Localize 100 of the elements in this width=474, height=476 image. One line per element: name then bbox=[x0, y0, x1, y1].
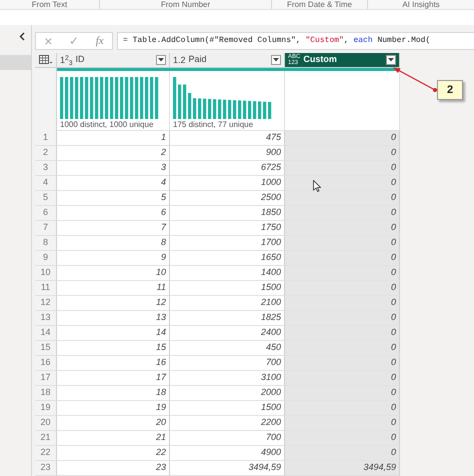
table-cell: 0 bbox=[285, 356, 400, 371]
collapse-chevron-icon[interactable] bbox=[19, 32, 25, 41]
column-name: ID bbox=[76, 53, 86, 66]
table-cell: 0 bbox=[285, 251, 400, 266]
row-number: 2 bbox=[35, 146, 57, 161]
table-cell: 4 bbox=[57, 176, 170, 191]
table-cell: 10 bbox=[57, 266, 170, 281]
table-cell: 0 bbox=[285, 311, 400, 326]
table-cell: 5 bbox=[57, 191, 170, 206]
table-cell: 1850 bbox=[170, 206, 285, 221]
table-cell: 0 bbox=[285, 386, 400, 401]
table-cell: 1825 bbox=[170, 311, 285, 326]
caret-icon bbox=[158, 58, 164, 62]
table-cell: 17 bbox=[57, 371, 170, 386]
row-number: 13 bbox=[35, 311, 57, 326]
table-cell: 4900 bbox=[170, 446, 285, 461]
table-cell: 19 bbox=[57, 401, 170, 416]
table-cell: 0 bbox=[285, 131, 400, 146]
table-cell: 23 bbox=[57, 461, 170, 476]
table-cell: 1 bbox=[57, 131, 170, 146]
row-number: 10 bbox=[35, 266, 57, 281]
table-cell: 0 bbox=[285, 176, 400, 191]
data-type-label: 1.2 bbox=[173, 55, 186, 65]
table-cell: 2200 bbox=[170, 416, 285, 431]
caret-icon bbox=[273, 58, 279, 62]
table-cell: 7 bbox=[57, 221, 170, 236]
table-cell: 22 bbox=[57, 446, 170, 461]
table-cell: 2500 bbox=[170, 191, 285, 206]
column-dropdown-button[interactable] bbox=[156, 55, 166, 65]
row-number: 11 bbox=[35, 281, 57, 296]
table-cell: 0 bbox=[285, 161, 400, 176]
table-cell: 0 bbox=[285, 371, 400, 386]
table-cell: 0 bbox=[285, 401, 400, 416]
table-cell: 3100 bbox=[170, 371, 285, 386]
table-cell: 6 bbox=[57, 206, 170, 221]
table-cell: 2 bbox=[57, 146, 170, 161]
row-number: 8 bbox=[35, 236, 57, 251]
table-cell: 0 bbox=[285, 281, 400, 296]
table-cell: 0 bbox=[285, 296, 400, 311]
table-cell: 900 bbox=[170, 146, 285, 161]
table-cell: 2100 bbox=[170, 296, 285, 311]
table-cell: 475 bbox=[170, 131, 285, 146]
row-number: 23 bbox=[35, 461, 57, 476]
table-cell: 0 bbox=[285, 236, 400, 251]
leader-arrow bbox=[393, 68, 437, 92]
table-cell: 2000 bbox=[170, 386, 285, 401]
column-dropdown-button[interactable] bbox=[271, 55, 281, 65]
table-cell: 12 bbox=[57, 296, 170, 311]
table-cell: 0 bbox=[285, 341, 400, 356]
column-header[interactable]: 1.2 Paid bbox=[170, 53, 285, 68]
row-number: 1 bbox=[35, 131, 57, 146]
ribbon-group-label: AI Insights bbox=[402, 0, 440, 9]
table-cell: 11 bbox=[57, 281, 170, 296]
row-number: 3 bbox=[35, 161, 57, 176]
row-number: 19 bbox=[35, 401, 57, 416]
table-cell: 1000 bbox=[170, 176, 285, 191]
row-number: 16 bbox=[35, 356, 57, 371]
row-number: 20 bbox=[35, 416, 57, 431]
ribbon-group-label: From Date & Time bbox=[287, 0, 352, 9]
table-cell: 20 bbox=[57, 416, 170, 431]
row-number: 15 bbox=[35, 341, 57, 356]
table-cell: 0 bbox=[285, 431, 400, 446]
column-name: Paid bbox=[188, 53, 208, 66]
ribbon-group-label: From Number bbox=[160, 0, 210, 9]
table-cell: 1700 bbox=[170, 236, 285, 251]
table-cell: 700 bbox=[170, 356, 285, 371]
table-cell: 18 bbox=[57, 386, 170, 401]
table-cell: 450 bbox=[170, 341, 285, 356]
table-menu-icon[interactable] bbox=[38, 55, 52, 65]
caret-icon bbox=[388, 58, 394, 62]
table-cell: 0 bbox=[285, 326, 400, 341]
table-cell: 9 bbox=[57, 251, 170, 266]
callout-label: 2 bbox=[437, 80, 463, 100]
row-number: 14 bbox=[35, 326, 57, 341]
table-cell: 0 bbox=[285, 146, 400, 161]
row-number: 7 bbox=[35, 221, 57, 236]
table-cell: 15 bbox=[57, 341, 170, 356]
table-cell: 0 bbox=[285, 416, 400, 431]
row-number: 4 bbox=[35, 176, 57, 191]
table-cell: 0 bbox=[285, 206, 400, 221]
table-cell: 3494,59 bbox=[285, 461, 400, 476]
table-cell: 0 bbox=[285, 446, 400, 461]
table-cell: 0 bbox=[285, 266, 400, 281]
column-header[interactable]: 1$^{2}$$_{3}$ ID bbox=[57, 53, 170, 68]
column-dropdown-button[interactable] bbox=[386, 55, 396, 65]
table-cell: 3 bbox=[57, 161, 170, 176]
table-cell: 13 bbox=[57, 311, 170, 326]
insert-function-button[interactable]: fx bbox=[96, 36, 104, 46]
table-cell: 1500 bbox=[170, 281, 285, 296]
table-cell: 1400 bbox=[170, 266, 285, 281]
table-cell: 0 bbox=[285, 221, 400, 236]
table-cell: 3494,59 bbox=[170, 461, 285, 476]
row-number: 18 bbox=[35, 386, 57, 401]
row-number: 22 bbox=[35, 446, 57, 461]
row-number: 21 bbox=[35, 431, 57, 446]
table-cell: 0 bbox=[285, 191, 400, 206]
ribbon-group-label: From Text bbox=[32, 0, 68, 9]
table-cell: 16 bbox=[57, 356, 170, 371]
table-cell: 6725 bbox=[170, 161, 285, 176]
table-cell: 1500 bbox=[170, 401, 285, 416]
